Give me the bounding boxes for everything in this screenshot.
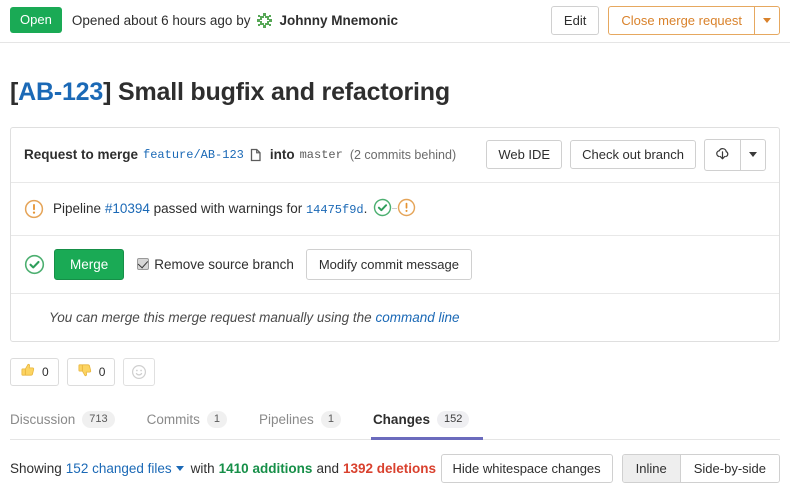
title-bracket-close: ] — [103, 77, 112, 106]
check-out-branch-button[interactable]: Check out branch — [570, 140, 696, 170]
tab-changes-label: Changes — [372, 411, 430, 427]
mr-widget-pipeline-section: Pipeline #10394 passed with warnings for… — [11, 183, 779, 236]
edit-button[interactable]: Edit — [550, 5, 600, 35]
header-actions: Edit Close merge request — [550, 5, 780, 35]
changed-files-dropdown[interactable]: 152 changed files — [66, 461, 172, 476]
download-button[interactable] — [704, 138, 740, 171]
additions-count: 1410 additions — [218, 460, 313, 476]
web-ide-button[interactable]: Web IDE — [486, 140, 563, 170]
tab-commits-label: Commits — [146, 411, 200, 427]
request-to-merge-label: Request to merge — [24, 147, 139, 163]
merge-request-page: Open Opened about 6 hours ago by Johnny … — [0, 0, 790, 502]
warning-circle-icon — [24, 199, 44, 219]
mr-widget-note-section: You can merge this merge request manuall… — [11, 294, 779, 341]
title-bracket-open: [ — [10, 77, 19, 106]
title-issue-ref[interactable]: AB-123 — [18, 78, 103, 106]
changes-summary-bar: Showing 152 changed files with 1410 addi… — [0, 440, 790, 483]
tab-changes-count: 152 — [436, 410, 470, 428]
download-cloud-icon — [715, 146, 730, 164]
warning-circle-icon[interactable] — [397, 198, 416, 220]
thumbs-up-icon — [20, 362, 36, 381]
copy-branch-icon[interactable] — [250, 148, 263, 162]
into-label: into — [269, 147, 295, 163]
mr-head-actions: Web IDE Check out branch — [486, 138, 766, 171]
tab-discussion[interactable]: Discussion 713 — [10, 410, 129, 440]
success-check-icon — [24, 254, 45, 275]
close-mr-button-group: Close merge request — [608, 5, 780, 35]
page-title: [AB-123] Small bugfix and refactoring — [0, 60, 790, 107]
diff-view-mode-group: Inline Side-by-side — [621, 453, 780, 483]
pipeline-id-link[interactable]: #10394 — [105, 201, 150, 216]
chevron-down-icon — [749, 152, 757, 158]
commit-sha-link[interactable]: 14475f9d — [306, 203, 364, 217]
modify-commit-message-button[interactable]: Modify commit message — [305, 248, 472, 280]
manual-merge-text: You can merge this merge request manuall… — [49, 309, 372, 325]
title-text: Small bugfix and refactoring — [117, 77, 450, 106]
showing-label: Showing — [10, 460, 62, 476]
opened-meta: Opened about 6 hours ago by Johnny Mnemo… — [71, 11, 398, 29]
download-dropdown-group — [704, 138, 766, 171]
checkbox-checked-icon[interactable] — [137, 258, 150, 271]
thumbs-up-count: 0 — [42, 364, 49, 379]
pipeline-prefix: Pipeline — [53, 200, 102, 216]
mr-widget-head-section: Request to merge feature/AB-123 into mas… — [11, 128, 779, 183]
target-branch-link[interactable]: master — [300, 148, 343, 162]
award-thumbsup-button[interactable]: 0 — [10, 357, 59, 386]
and-label: and — [316, 460, 339, 476]
pipeline-stage-icons — [373, 198, 416, 220]
author-name[interactable]: Johnny Mnemonic — [279, 13, 398, 28]
diff-view-actions: Hide whitespace changes Inline Side-by-s… — [440, 453, 780, 483]
tab-pipelines-count: 1 — [320, 410, 341, 428]
add-reaction-smiley-icon[interactable] — [123, 357, 156, 386]
tab-pipelines[interactable]: Pipelines 1 — [257, 410, 355, 440]
commits-behind-note[interactable]: (2 commits behind) — [350, 148, 456, 162]
tab-pipelines-label: Pipelines — [259, 411, 314, 427]
merge-button[interactable]: Merge — [54, 248, 125, 280]
merge-request-widget: Request to merge feature/AB-123 into mas… — [10, 126, 780, 342]
tab-commits[interactable]: Commits 1 — [145, 410, 241, 440]
manual-merge-note: You can merge this merge request manuall… — [11, 294, 779, 341]
diff-view-side-by-side-button[interactable]: Side-by-side — [679, 454, 779, 482]
success-check-icon[interactable] — [373, 198, 392, 220]
changes-summary-text: Showing 152 changed files with 1410 addi… — [10, 461, 436, 476]
chevron-down-icon[interactable] — [175, 465, 184, 471]
with-label: with — [190, 460, 215, 476]
hide-whitespace-changes-button[interactable]: Hide whitespace changes — [440, 453, 613, 483]
status-badge: Open — [10, 7, 62, 33]
pipeline-status-text: Pipeline #10394 passed with warnings for… — [53, 201, 367, 217]
thumbs-down-count: 0 — [98, 364, 106, 379]
deletions-count: 1392 deletions — [342, 460, 437, 476]
chevron-down-icon — [763, 17, 771, 23]
tab-changes[interactable]: Changes 152 — [370, 410, 484, 440]
close-merge-request-dropdown-toggle[interactable] — [754, 5, 780, 35]
pipeline-status-row: Pipeline #10394 passed with warnings for… — [11, 183, 779, 235]
pipeline-period: . — [363, 200, 368, 216]
tab-commits-count: 1 — [206, 410, 228, 428]
merge-action-row: Merge Remove source branch Modify commit… — [11, 236, 779, 293]
award-emoji-bar: 0 0 — [0, 342, 790, 386]
command-line-link[interactable]: command line — [375, 310, 459, 325]
download-dropdown-toggle[interactable] — [740, 138, 766, 171]
opened-time-text: Opened about 6 hours ago by — [71, 12, 251, 28]
award-thumbsdown-button[interactable]: 0 — [66, 357, 116, 386]
thumbs-down-icon — [77, 362, 93, 381]
close-merge-request-button[interactable]: Close merge request — [608, 5, 754, 35]
avatar[interactable] — [256, 11, 274, 29]
tab-discussion-label: Discussion — [10, 411, 76, 427]
mr-status-bar: Open Opened about 6 hours ago by Johnny … — [0, 0, 790, 43]
remove-source-branch-checkbox[interactable]: Remove source branch — [137, 257, 294, 272]
remove-source-branch-label: Remove source branch — [154, 256, 294, 272]
source-branch-link[interactable]: feature/AB-123 — [143, 148, 244, 162]
diff-view-inline-button[interactable]: Inline — [622, 454, 680, 482]
tab-discussion-count: 713 — [82, 410, 115, 428]
mr-widget-merge-section: Merge Remove source branch Modify commit… — [11, 236, 779, 294]
pipeline-middle-text: passed with warnings for — [153, 200, 303, 216]
mr-branch-row: Request to merge feature/AB-123 into mas… — [11, 128, 779, 182]
mr-tabs: Discussion 713 Commits 1 Pipelines 1 Cha… — [10, 406, 780, 440]
